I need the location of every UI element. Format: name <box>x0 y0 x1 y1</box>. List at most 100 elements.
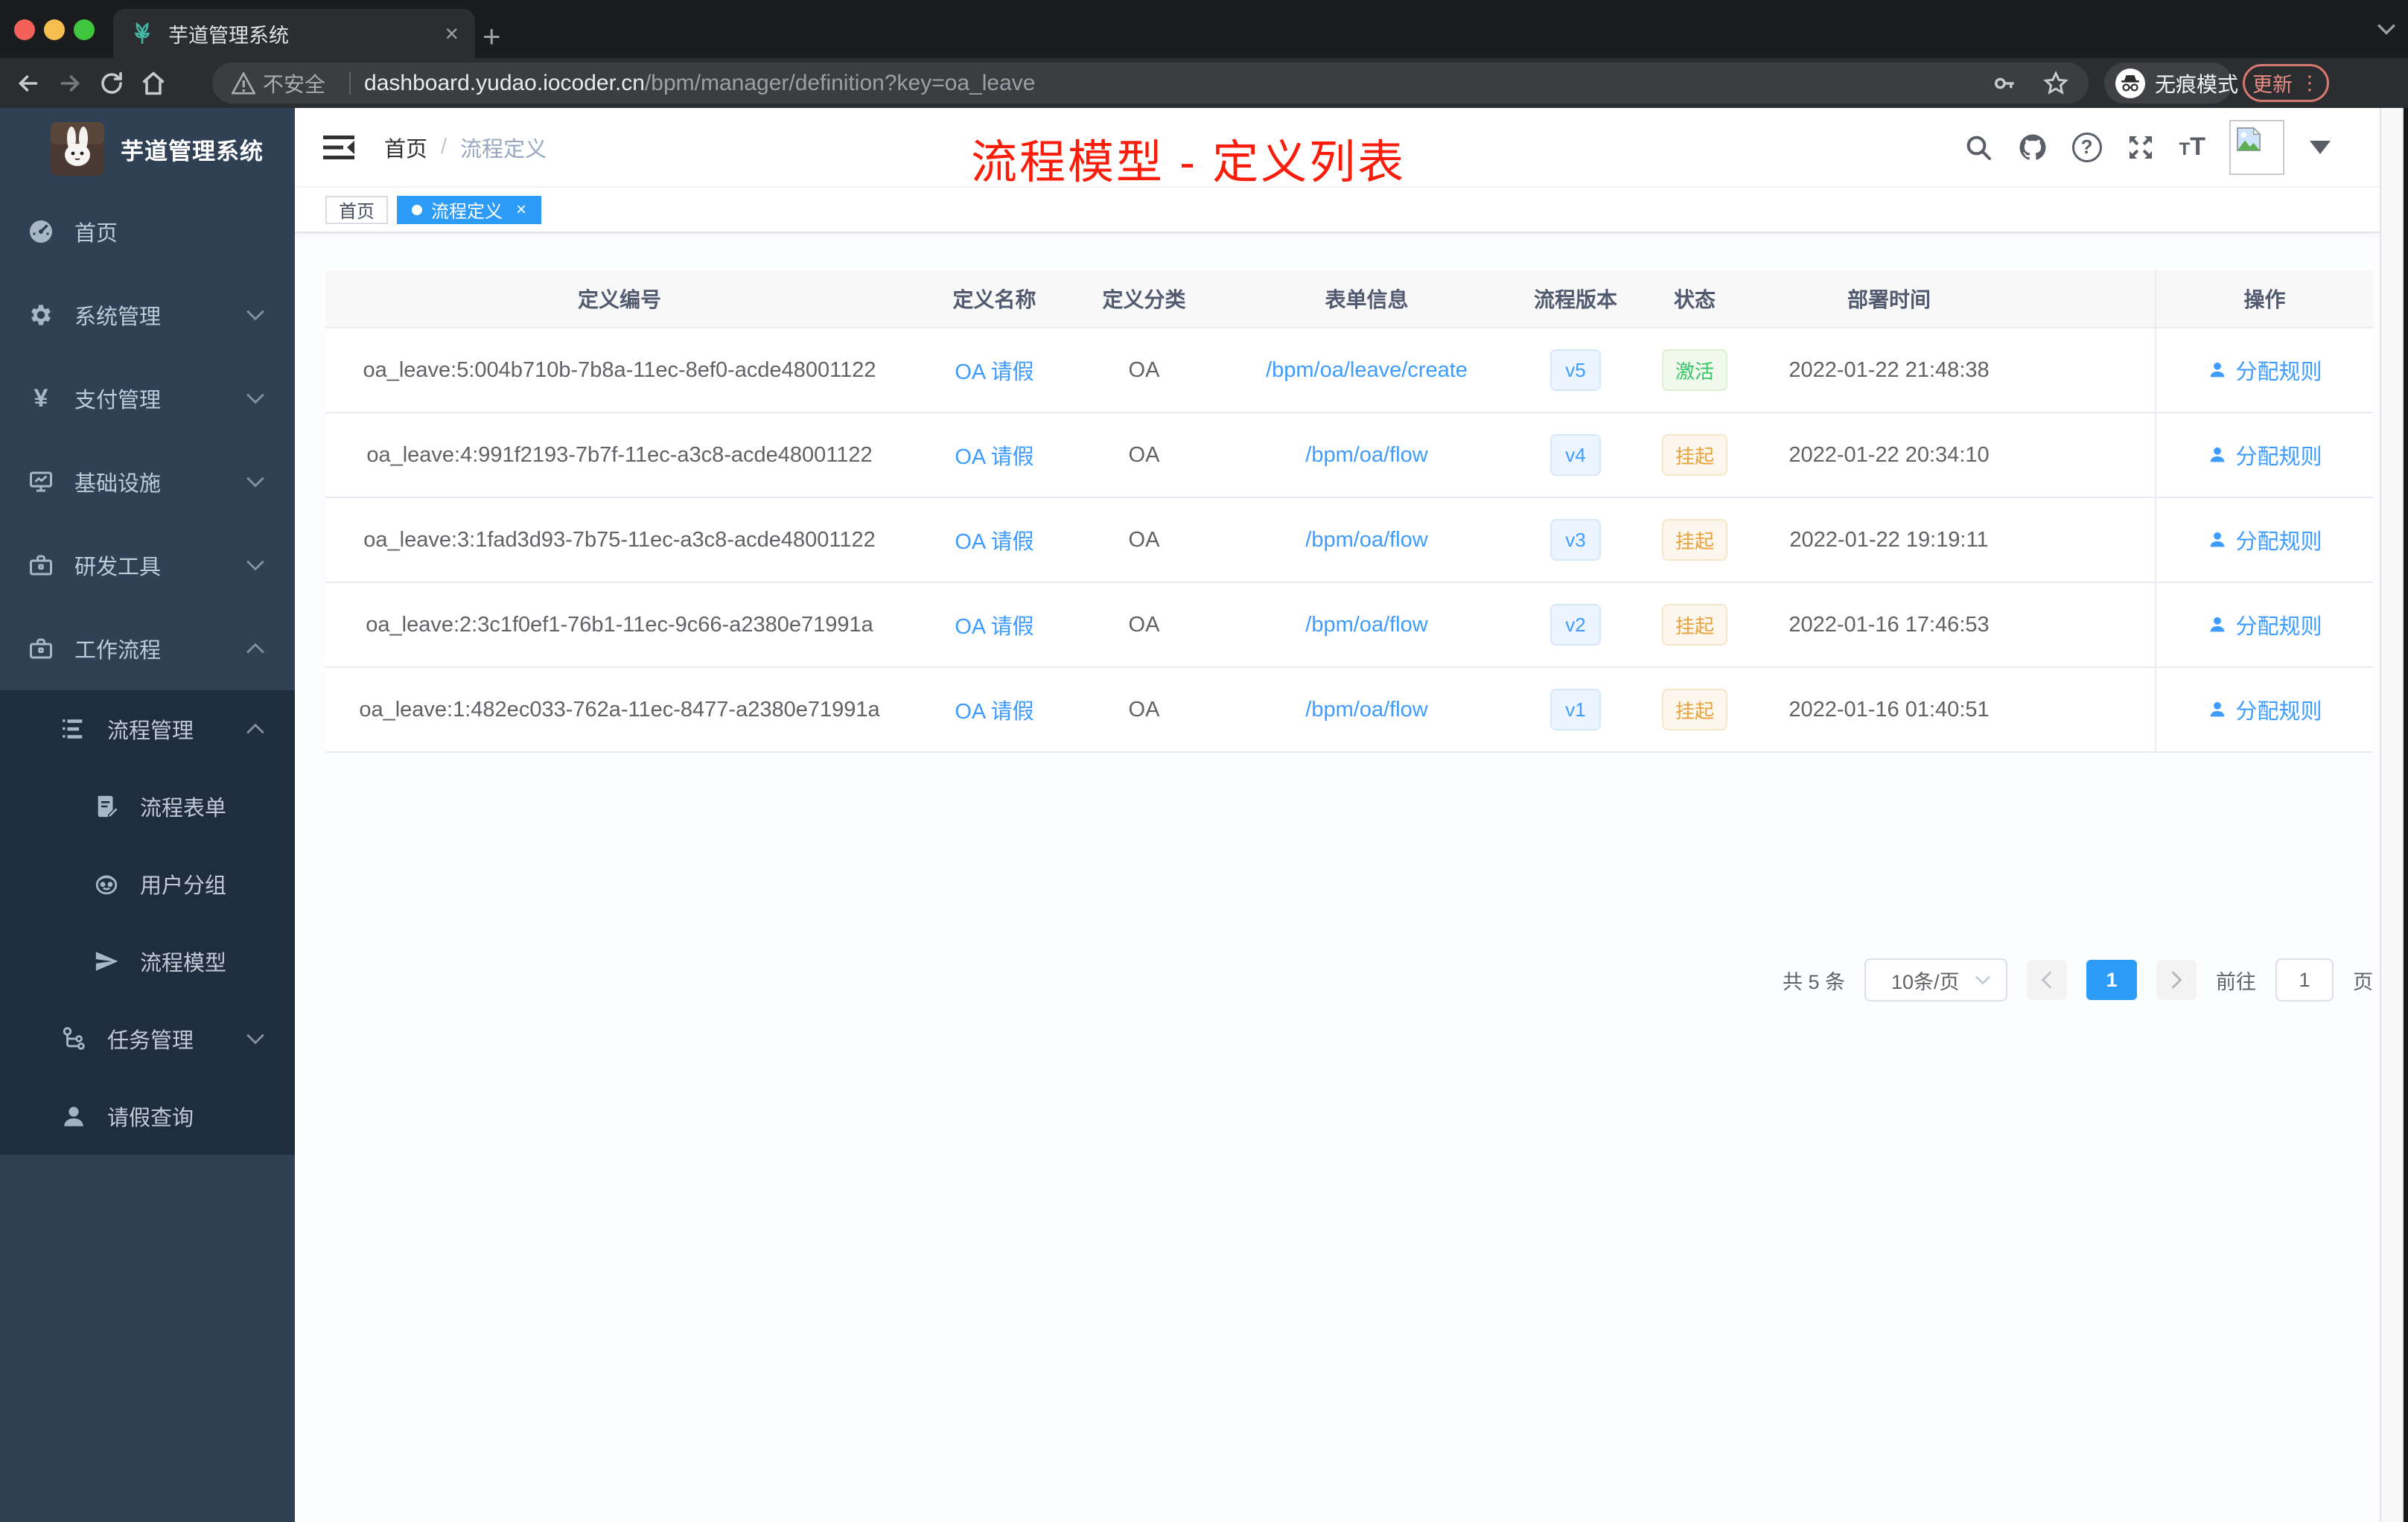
browser-window: 芋道管理系统 × + 不安全 dashboard.yudao.iocoder.c… <box>0 0 2408 1522</box>
goto-page-input[interactable] <box>2275 958 2334 1002</box>
annotation-title: 流程模型 - 定义列表 <box>971 137 1407 188</box>
tag-home[interactable]: 首页 <box>325 195 388 224</box>
sidebar-item-workflow[interactable]: 工作流程 <box>0 607 295 690</box>
assign-user-icon <box>2211 532 2225 547</box>
page-scrollbar[interactable] <box>2380 108 2404 1522</box>
tab-close-icon[interactable]: × <box>445 22 459 45</box>
search-icon[interactable] <box>1963 133 1993 162</box>
assign-rule-link[interactable]: 分配规则 <box>2235 354 2322 386</box>
sidebar-item-user-group[interactable]: 用户分组 <box>0 845 295 923</box>
sidebar-item-label: 研发工具 <box>74 555 162 579</box>
sidebar-toggle-icon[interactable] <box>323 134 354 161</box>
bookmark-star-icon[interactable] <box>2042 70 2069 97</box>
version-tag: v1 <box>1550 689 1601 730</box>
goto-label: 前往 <box>2216 970 2256 993</box>
app-logo-row[interactable]: 芋道管理系统 <box>0 108 295 190</box>
robot-icon <box>92 871 121 897</box>
form-link[interactable]: /bpm/oa/flow <box>1305 698 1427 722</box>
font-size-icon[interactable]: TT <box>2179 133 2205 162</box>
definition-id: oa_leave:5:004b710b-7b8a-11ec-8ef0-acde4… <box>363 357 876 382</box>
sidebar-item-home[interactable]: 首页 <box>0 190 295 273</box>
window-minimize-button[interactable] <box>44 19 65 40</box>
sidebar-item-task-management[interactable]: 任务管理 <box>0 1000 295 1077</box>
definition-name-link[interactable]: OA 请假 <box>955 694 1033 725</box>
table-row: oa_leave:2:3c1f0ef1-76b1-11ec-9c66-a2380… <box>325 583 2373 668</box>
breadcrumb-home[interactable]: 首页 <box>384 132 427 163</box>
tag-close-icon[interactable]: × <box>516 200 526 220</box>
app-logo-avatar <box>51 122 104 176</box>
navbar-actions: ? TT <box>1963 108 2331 186</box>
incognito-icon <box>2115 68 2146 99</box>
version-tag: v2 <box>1550 604 1601 646</box>
form-link[interactable]: /bpm/oa/flow <box>1305 443 1427 468</box>
browser-update-button[interactable]: 更新 ⋮ <box>2243 64 2329 102</box>
form-icon <box>92 794 121 819</box>
table-row: oa_leave:5:004b710b-7b8a-11ec-8ef0-acde4… <box>325 328 2373 413</box>
sidebar-item-process-form[interactable]: 流程表单 <box>0 768 295 845</box>
caret-down-icon[interactable] <box>2310 140 2331 154</box>
definition-name-link[interactable]: OA 请假 <box>955 524 1033 555</box>
definition-table: 定义编号 定义名称 定义分类 表单信息 流程版本 状态 部署时间 操作 oa_l… <box>325 270 2373 753</box>
assign-rule-link[interactable]: 分配规则 <box>2235 694 2322 725</box>
form-link[interactable]: /bpm/oa/leave/create <box>1266 358 1468 383</box>
version-tag: v5 <box>1550 349 1601 391</box>
sidebar-item-label: 首页 <box>74 222 118 246</box>
definition-name-link[interactable]: OA 请假 <box>955 439 1033 471</box>
sidebar-item-process-management[interactable]: 流程管理 <box>0 690 295 768</box>
help-icon[interactable]: ? <box>2071 132 2102 162</box>
page-size-select[interactable]: 10条/页 <box>1864 958 2007 1002</box>
deploy-time: 2022-01-16 01:40:51 <box>1789 697 1990 722</box>
sidebar-item-infrastructure[interactable]: 基础设施 <box>0 440 295 523</box>
definition-name-link[interactable]: OA 请假 <box>955 609 1033 640</box>
prev-page-button[interactable] <box>2027 960 2067 1000</box>
next-page-button[interactable] <box>2156 960 2197 1000</box>
fullscreen-icon[interactable] <box>2126 133 2156 162</box>
assign-rule-link[interactable]: 分配规则 <box>2235 524 2322 555</box>
tag-process-definition[interactable]: 流程定义 × <box>397 195 542 224</box>
definition-category: OA <box>1128 697 1160 722</box>
reload-icon[interactable] <box>91 63 133 104</box>
back-icon[interactable] <box>7 63 49 104</box>
definition-name-link[interactable]: OA 请假 <box>955 354 1033 386</box>
sidebar-item-label: 请假查询 <box>107 1107 194 1130</box>
browser-tab[interactable]: 芋道管理系统 × <box>113 9 475 58</box>
column-header-category: 定义分类 <box>1102 288 1186 311</box>
deploy-time: 2022-01-22 20:34:10 <box>1789 442 1990 467</box>
user-avatar[interactable] <box>2229 119 2284 175</box>
tag-label: 首页 <box>339 202 375 222</box>
definition-id: oa_leave:2:3c1f0ef1-76b1-11ec-9c66-a2380… <box>366 612 873 637</box>
toolbox-icon <box>27 635 55 662</box>
github-icon[interactable] <box>2017 132 2048 163</box>
workflow-submenu: 流程管理 流程表单 用户分组 流程模型 任务管理 请假查询 <box>0 690 295 1155</box>
sidebar-item-payment[interactable]: ¥ 支付管理 <box>0 357 295 440</box>
sidebar-item-dev-tools[interactable]: 研发工具 <box>0 523 295 607</box>
sidebar-item-leave-query[interactable]: 请假查询 <box>0 1077 295 1155</box>
key-icon[interactable] <box>1992 71 2017 96</box>
sidebar-item-label: 流程表单 <box>140 797 227 821</box>
sidebar-item-system[interactable]: 系统管理 <box>0 273 295 357</box>
definition-id: oa_leave:3:1fad3d93-7b75-11ec-a3c8-acde4… <box>363 527 876 552</box>
url-path: /bpm/manager/definition?key=oa_leave <box>644 70 1036 95</box>
forward-icon[interactable] <box>49 63 91 104</box>
sidebar-item-process-model[interactable]: 流程模型 <box>0 923 295 1000</box>
form-link[interactable]: /bpm/oa/flow <box>1305 528 1427 553</box>
chevron-down-icon <box>246 559 265 571</box>
new-tab-button[interactable]: + <box>482 21 501 52</box>
monitor-icon <box>27 468 55 495</box>
url-bar[interactable]: 不安全 dashboard.yudao.iocoder.cn/bpm/manag… <box>212 63 2089 104</box>
form-link[interactable]: /bpm/oa/flow <box>1305 613 1427 637</box>
current-page-button[interactable]: 1 <box>2086 960 2137 1000</box>
tab-search-icon[interactable] <box>2377 22 2396 36</box>
window-maximize-button[interactable] <box>74 19 95 40</box>
update-label[interactable]: 更新 <box>2252 69 2293 98</box>
main-area: 首页 / 流程定义 流程模型 - 定义列表 ? TT 首页 流程定义 × 定义编… <box>295 108 2380 1522</box>
broken-image-icon <box>2237 126 2262 151</box>
browser-menu-icon[interactable]: ⋮ <box>2300 71 2319 95</box>
sidebar-item-label: 工作流程 <box>74 639 162 663</box>
window-close-button[interactable] <box>14 19 35 40</box>
home-icon[interactable] <box>133 63 174 104</box>
assign-rule-link[interactable]: 分配规则 <box>2235 609 2322 640</box>
assign-rule-link[interactable]: 分配规则 <box>2235 439 2322 471</box>
security-label[interactable]: 不安全 <box>263 69 325 98</box>
definition-category: OA <box>1128 527 1160 552</box>
